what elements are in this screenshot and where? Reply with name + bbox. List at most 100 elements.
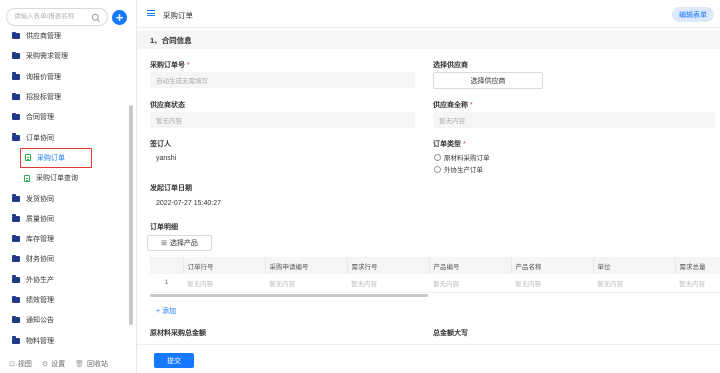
sidebar-item-order-collab[interactable]: 订单协同 (0, 127, 130, 147)
select-supplier-label: 选择供应商 (433, 62, 468, 69)
order-type-option-raw[interactable]: 原材料采购订单 (434, 152, 490, 162)
supplier-fullname-field: 暂无内容 (433, 112, 715, 128)
table-cell: 1 (150, 274, 183, 293)
folder-icon (12, 234, 20, 243)
radio-button[interactable] (434, 165, 441, 173)
total-caps-label: 总金额大写 (433, 330, 468, 337)
menu-toggle-icon[interactable] (147, 10, 155, 16)
order-detail-label: 订单明细 (150, 224, 178, 231)
sidebar-item-shipping[interactable]: 发货协同 (0, 188, 130, 208)
sidebar-menu: 供应商管理 采购需求管理 询报价管理 招投标管理 合同管理 订单协同 采购订单 … (0, 26, 130, 351)
sidebar-item-bidding[interactable]: 招投标管理 (0, 87, 130, 107)
column-header: 单位 (593, 257, 676, 274)
sidebar-item-materials[interactable]: 物料管理 (0, 330, 130, 350)
table-cell[interactable]: 暂无内容 (265, 274, 347, 293)
column-header: 订单行号 (183, 257, 266, 274)
sidebar-item-purchase-order-query[interactable]: 采购订单查询 (0, 168, 130, 188)
folder-icon (12, 112, 20, 121)
order-type-label-text: 订单类型 (433, 141, 461, 148)
column-header (150, 257, 184, 274)
sidebar-item-notices[interactable]: 通知公告 (0, 310, 130, 330)
column-header: 产品名称 (511, 257, 594, 274)
sidebar-item-label: 库存管理 (26, 236, 54, 244)
sidebar-item-label: 质量协同 (26, 215, 54, 223)
view-label: 视图 (17, 360, 32, 368)
search-icon[interactable] (91, 13, 101, 23)
sidebar-item-label: 询报价管理 (26, 73, 61, 81)
folder-icon (12, 254, 20, 263)
sidebar-item-performance[interactable]: 绩效管理 (0, 290, 130, 310)
select-supplier-button[interactable]: 选择供应商 (433, 72, 543, 89)
folder-icon (12, 133, 20, 141)
table-horizontal-scrollbar[interactable] (150, 294, 428, 297)
order-date-value[interactable]: 2022-07-27 15:40:27 (156, 200, 221, 207)
order-no-field[interactable]: 自动生成无需填写 (150, 72, 415, 88)
folder-icon (12, 336, 20, 344)
supplier-fullname-label: 供应商全称 * (433, 100, 473, 110)
sidebar-item-contract[interactable]: 合同管理 (0, 107, 130, 127)
sidebar-item-purchase-order[interactable]: 采购订单 (20, 147, 92, 169)
select-product-button[interactable]: ⊞ 选择产品 (147, 235, 212, 251)
sidebar-item-label: 采购订单 (37, 154, 65, 162)
sidebar-item-finance[interactable]: 财务协同 (0, 249, 130, 269)
top-bar: 采购订单 编辑表单 (137, 0, 720, 28)
sidebar-item-label: 绩效管理 (26, 297, 54, 304)
folder-icon (12, 214, 20, 222)
folder-icon (12, 315, 20, 324)
sidebar-item-inventory[interactable]: 库存管理 (0, 229, 130, 249)
column-header: 产品编号 (429, 257, 512, 274)
sidebar-item-supplier-management[interactable]: 供应商管理 (0, 26, 130, 46)
folder-icon (12, 92, 20, 101)
folder-icon (12, 295, 20, 303)
folder-icon (12, 31, 20, 40)
sidebar-item-label: 订单协同 (26, 134, 54, 142)
search-input[interactable] (14, 13, 94, 20)
column-header: 需求行号 (347, 257, 430, 274)
folder-icon (12, 275, 20, 283)
radio-button[interactable] (434, 153, 441, 161)
add-row-link[interactable]: + 添加 (156, 306, 176, 316)
table-cell[interactable]: 暂无内容 (347, 274, 429, 293)
trash-icon: 🗑 (75, 360, 85, 368)
sidebar-scrollbar[interactable] (129, 105, 133, 325)
folder-icon (12, 51, 20, 60)
table-cell[interactable]: 暂无内容 (183, 274, 265, 293)
settings-button[interactable]: ⚙ 设置 (42, 359, 65, 369)
bottom-bar: 提交 (137, 344, 720, 373)
sidebar-item-quality[interactable]: 质量协同 (0, 209, 130, 229)
view-button[interactable]: ⊡ 视图 (9, 359, 32, 369)
table-cell[interactable]: 暂无内容 (429, 274, 511, 293)
table-cell[interactable]: 暂无内容 (593, 274, 675, 293)
recycle-label: 回收站 (87, 360, 109, 368)
gear-icon: ⚙ (41, 360, 49, 368)
sidebar-item-outsourcing[interactable]: 外协生产 (0, 270, 130, 290)
option-label: 原材料采购订单 (444, 155, 490, 162)
table-cell[interactable]: 暂无内容 (675, 274, 720, 293)
search-box[interactable] (6, 8, 108, 26)
sidebar-item-label: 通知公告 (26, 317, 54, 325)
sidebar-search-row: + (6, 8, 127, 26)
sidebar-item-inquiry[interactable]: 询报价管理 (0, 67, 130, 87)
sidebar-item-label: 招投标管理 (26, 94, 61, 102)
required-mark: * (470, 102, 473, 109)
order-type-option-outsourced[interactable]: 外协生产订单 (434, 164, 483, 174)
column-header: 采购申请编号 (265, 257, 348, 274)
edit-form-button[interactable]: 编辑表单 (672, 7, 714, 22)
sidebar-footer: ⊡ 视图 ⚙ 设置 🗑 回收站 (0, 354, 137, 373)
sidebar-item-purchase-demand[interactable]: 采购需求管理 (0, 46, 130, 66)
sidebar-item-label: 采购订单查询 (36, 175, 78, 183)
table-cell[interactable]: 暂无内容 (511, 274, 593, 293)
signer-label: 签订人 (150, 141, 171, 148)
add-button[interactable]: + (112, 9, 127, 25)
main-content: 采购订单 编辑表单 1、合同信息 采购订单号 * 自动生成无需填写 选择供应商 选… (137, 0, 720, 373)
submit-button[interactable]: 提交 (154, 353, 194, 368)
order-type-label: 订单类型 * (433, 139, 466, 149)
sidebar-item-label: 采购需求管理 (26, 53, 68, 61)
order-no-label: 采购订单号 * (150, 60, 190, 70)
select-product-label: 选择产品 (169, 240, 198, 247)
required-mark: * (187, 62, 190, 69)
bar-chart-icon: ⊞ (161, 240, 167, 247)
chart-icon: ⊡ (9, 360, 15, 368)
signer-value: yanshi (156, 155, 177, 162)
recycle-bin-button[interactable]: 🗑 回收站 (75, 359, 108, 369)
